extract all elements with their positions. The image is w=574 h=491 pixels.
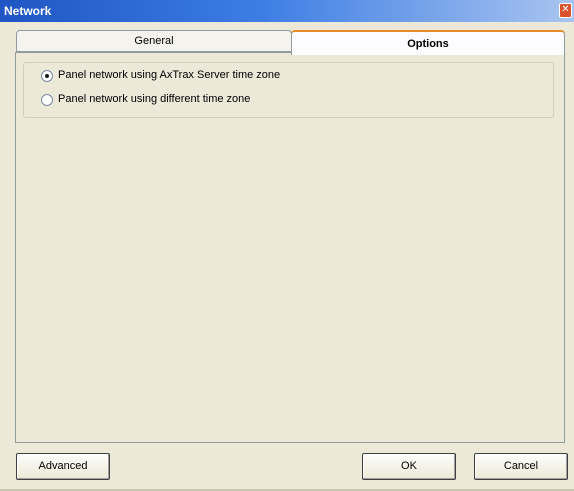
title-bar: Network ✕ <box>0 0 574 22</box>
cancel-button[interactable]: Cancel <box>474 453 568 480</box>
advanced-button[interactable]: Advanced <box>16 453 110 480</box>
radio-dot-icon <box>45 74 49 78</box>
network-dialog: Network ✕ General Options Panel network … <box>0 0 574 491</box>
radio-label-server-time-zone[interactable]: Panel network using AxTrax Server time z… <box>58 69 280 81</box>
ok-button[interactable]: OK <box>362 453 456 480</box>
radio-label-different-time-zone[interactable]: Panel network using different time zone <box>58 93 250 105</box>
tab-options[interactable]: Options <box>291 30 565 55</box>
radio-button-unchecked-icon[interactable] <box>41 94 53 106</box>
close-icon[interactable]: ✕ <box>559 3 572 18</box>
window-title: Network <box>4 4 52 18</box>
radio-button-checked-icon[interactable] <box>41 70 53 82</box>
tab-general[interactable]: General <box>16 30 292 52</box>
